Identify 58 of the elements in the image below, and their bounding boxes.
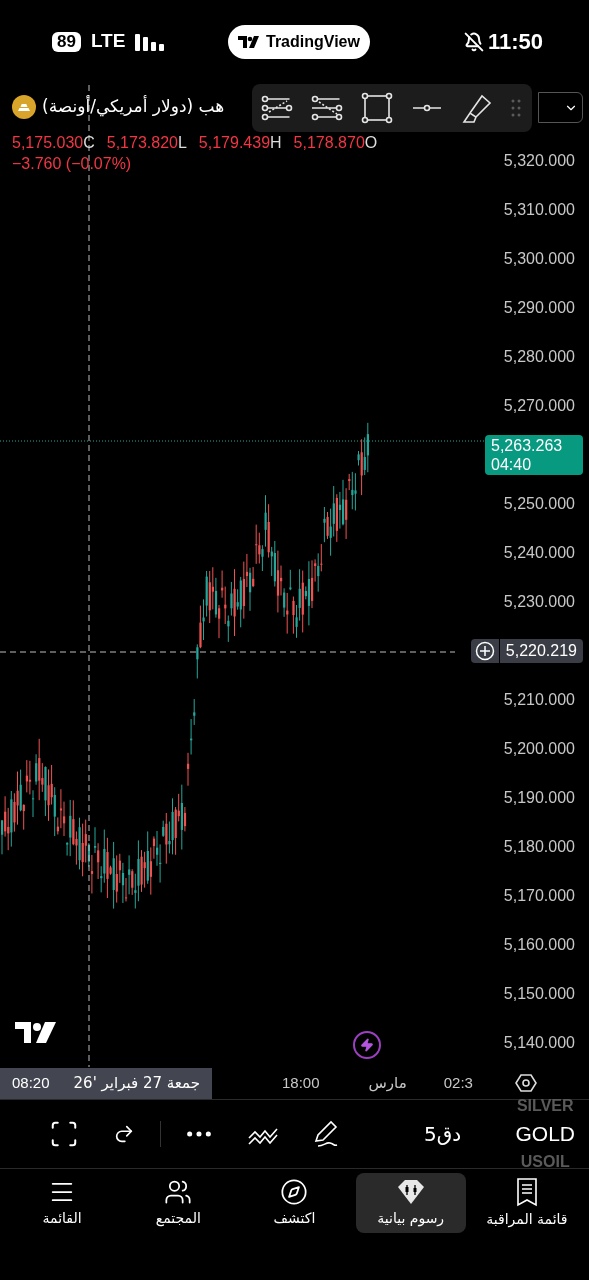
nav-tab[interactable]: اكتشف [239,1173,350,1233]
price-label: 5,210.000 [503,689,576,710]
network-label: LTE [90,29,126,54]
signal-icon [135,32,166,51]
bell-off-icon [463,31,484,52]
price-label: 5,200.000 [503,738,576,759]
ohlc-value: 5,178.870O [293,133,378,153]
nav-tab[interactable]: قائمة المراقبة [471,1173,582,1233]
price-label: 5,190.000 [503,787,576,808]
interval-selector[interactable]: 5دق [424,1119,462,1149]
compass-icon [280,1177,309,1206]
price-label: 5,320.000 [503,150,576,171]
redo-icon[interactable] [113,1123,135,1145]
tradingview-logo-icon [238,35,260,48]
price-change: −3.760 (−0.07%) [12,154,133,174]
time-label: 18:00 [282,1072,320,1093]
price-label: 5,180.000 [503,836,576,857]
price-label: 5,160.000 [503,934,576,955]
drag-handle-icon[interactable] [510,98,522,118]
last-price-badge: 5,263.263 04:40 [485,434,583,475]
price-label: 5,170.000 [503,885,576,906]
time-label: 02:3 [443,1072,473,1093]
price-label: 5,150.000 [503,983,576,1004]
price-label: 5,270.000 [503,395,576,416]
time-label: مارس [368,1072,407,1094]
crosshair-date: جمعة 27 فبراير '26 [73,1072,200,1094]
lightning-icon [360,1038,374,1052]
ohlc-value: 5,179.439H [198,133,282,153]
price-label: 5,240.000 [503,542,576,563]
symbol-dropdown[interactable] [538,92,583,123]
price-label: 5,310.000 [503,199,576,220]
clock-time: 11:50 [487,28,543,56]
battery-indicator: 89 [52,31,81,52]
price-label: 5,290.000 [503,297,576,318]
ohlc-value: 5,173.820L [106,133,187,153]
ohlc-value: 5,175.030C [12,133,95,153]
crosshair-price-label: 5,220.219 [499,638,583,663]
app-pill[interactable]: TradingView [228,24,370,59]
price-label: 5,300.000 [503,248,576,269]
settings-icon[interactable] [514,1072,537,1094]
symbol-title: هب (دولار أمريكي/أونصة) [42,94,225,119]
price-label: 5,280.000 [503,346,576,367]
nav-tab[interactable]: المجتمع [123,1173,234,1233]
lightning-button[interactable] [353,1031,381,1059]
fullscreen-icon[interactable] [49,1119,79,1149]
tradingview-logo-icon [15,1022,57,1043]
ingot-icon [12,95,36,119]
crosshair-time: 08:20 [12,1072,50,1093]
add-button[interactable] [470,638,499,663]
nav-tab[interactable]: القائمة [7,1173,118,1233]
candlestick-diamond-icon [395,1177,426,1206]
price-label: 5,140.000 [503,1032,576,1053]
nav-tab[interactable]: رسوم بيانية [355,1173,466,1233]
plus-circle-icon [474,640,495,661]
symbol-option[interactable]: GOLD [515,1119,575,1149]
price-label: 5,250.000 [503,493,576,514]
rectangle-icon[interactable] [360,91,394,125]
price-label: 5,230.000 [503,591,576,612]
